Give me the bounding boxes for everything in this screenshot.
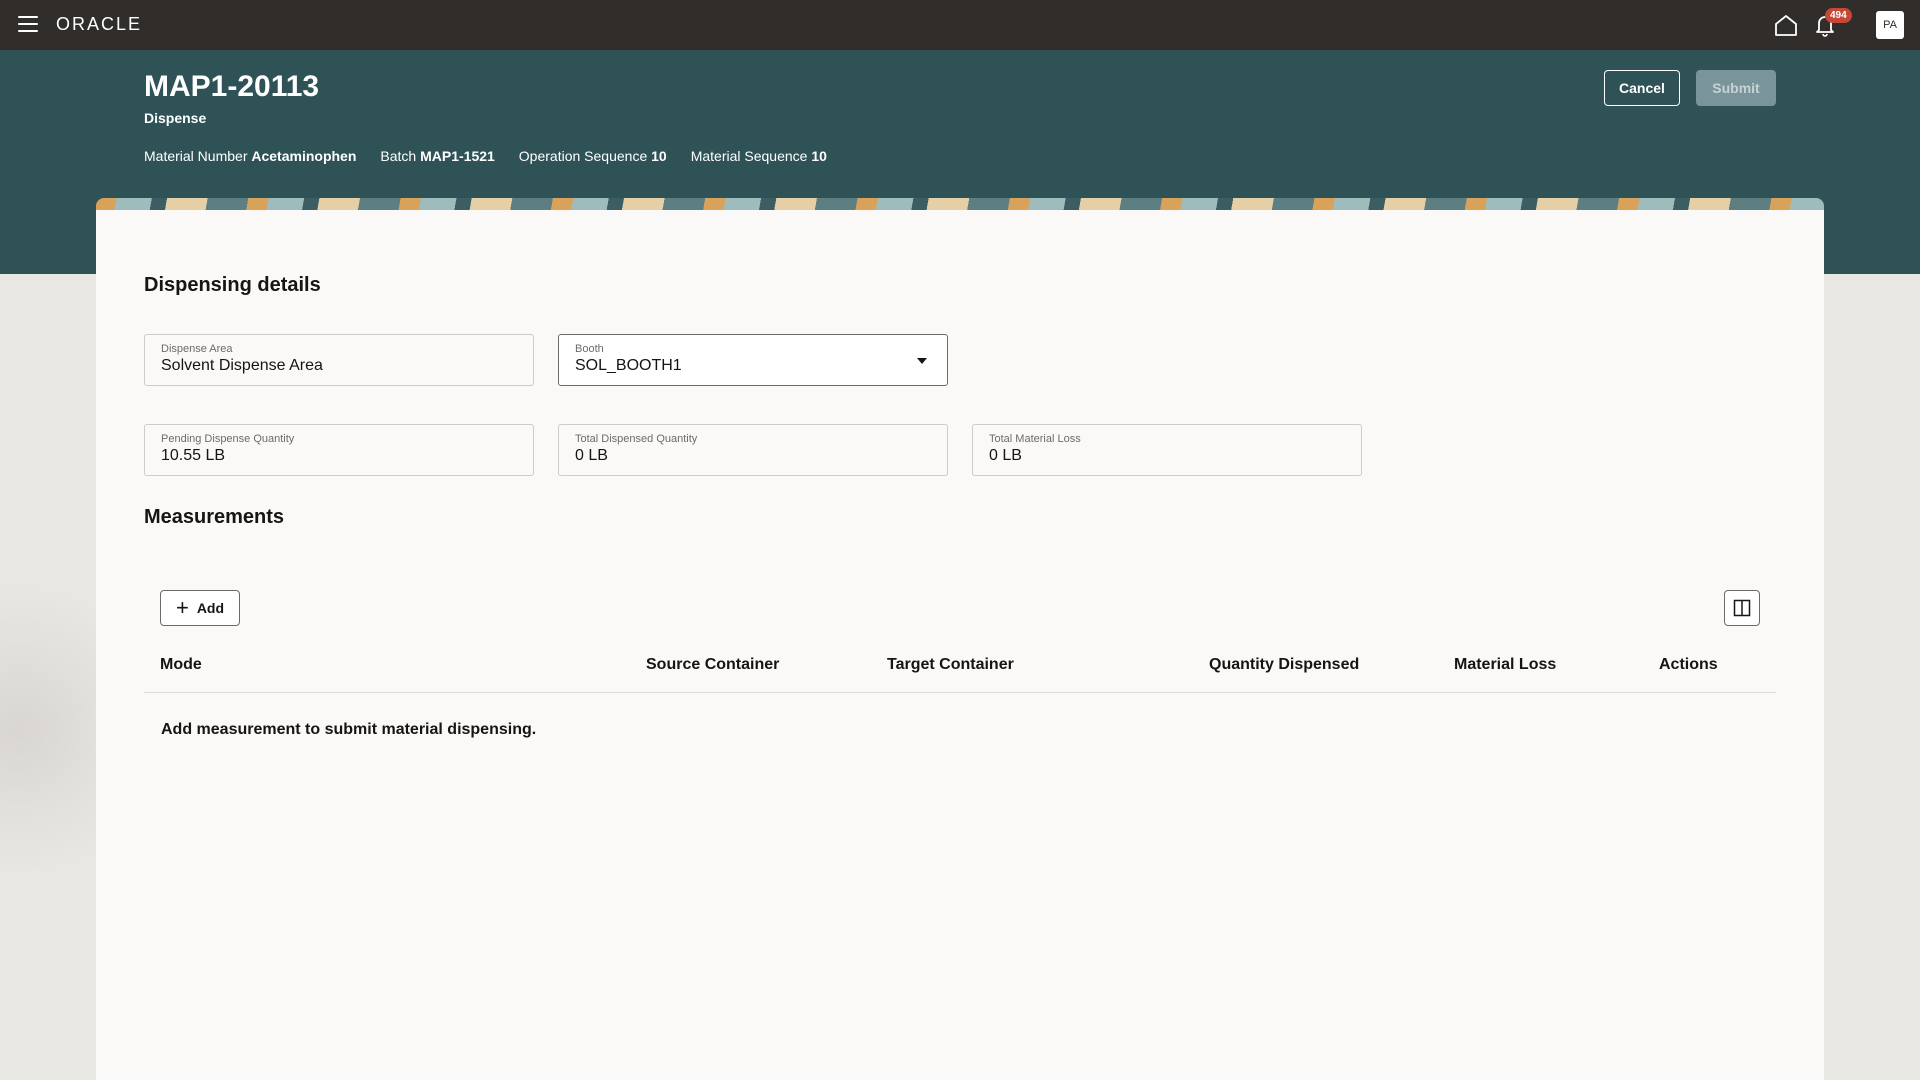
- meta-material-number: Material Number Acetaminophen: [144, 148, 357, 164]
- chevron-down-icon[interactable]: [917, 358, 927, 364]
- oracle-logo: ORACLE: [56, 14, 143, 34]
- notification-count-badge: 494: [1825, 8, 1852, 23]
- column-header-material-loss[interactable]: Material Loss: [1454, 656, 1556, 674]
- total-dispensed-quantity-field: Total Dispensed Quantity 0 LB: [558, 424, 948, 476]
- column-header-source-container[interactable]: Source Container: [646, 656, 779, 674]
- measurements-table-header: Mode Source Container Target Container Q…: [144, 650, 1776, 693]
- column-header-target-container[interactable]: Target Container: [887, 656, 1014, 674]
- page-subtitle: Dispense: [144, 110, 207, 126]
- dispense-area-field[interactable]: Dispense Area Solvent Dispense Area: [144, 334, 534, 386]
- column-header-actions: Actions: [1659, 656, 1718, 673]
- submit-button[interactable]: Submit: [1696, 70, 1776, 106]
- columns-toggle-button[interactable]: [1724, 590, 1760, 626]
- column-header-quantity-dispensed[interactable]: Quantity Dispensed: [1209, 656, 1359, 674]
- add-measurement-button[interactable]: + Add: [160, 590, 240, 626]
- top-navigation-bar: ORACLE 494 PA: [0, 0, 1920, 50]
- dispensing-details-title: Dispensing details: [144, 274, 321, 296]
- page-title: MAP1-20113: [144, 70, 320, 103]
- meta-material-sequence: Material Sequence 10: [690, 148, 827, 164]
- plus-icon: +: [175, 595, 189, 620]
- column-header-mode[interactable]: Mode: [160, 656, 202, 674]
- booth-select[interactable]: Booth SOL_BOOTH1: [558, 334, 948, 386]
- cancel-button[interactable]: Cancel: [1604, 70, 1680, 106]
- menu-icon[interactable]: [18, 16, 38, 32]
- empty-table-message: Add measurement to submit material dispe…: [161, 721, 537, 738]
- background-pattern: [0, 540, 96, 920]
- pending-dispense-quantity-field: Pending Dispense Quantity 10.55 LB: [144, 424, 534, 476]
- decorative-banner: [96, 198, 1824, 210]
- meta-operation-sequence: Operation Sequence 10: [518, 148, 667, 164]
- user-avatar[interactable]: PA: [1876, 11, 1904, 39]
- total-material-loss-field: Total Material Loss 0 LB: [972, 424, 1362, 476]
- header-meta-row: Material Number Acetaminophen Batch MAP1…: [144, 148, 827, 164]
- columns-icon: [1733, 599, 1751, 617]
- home-icon[interactable]: [1774, 14, 1798, 36]
- meta-batch: Batch MAP1-1521: [380, 148, 495, 164]
- main-card: Dispensing details Dispense Area Solvent…: [96, 210, 1824, 1080]
- measurements-title: Measurements: [144, 506, 285, 528]
